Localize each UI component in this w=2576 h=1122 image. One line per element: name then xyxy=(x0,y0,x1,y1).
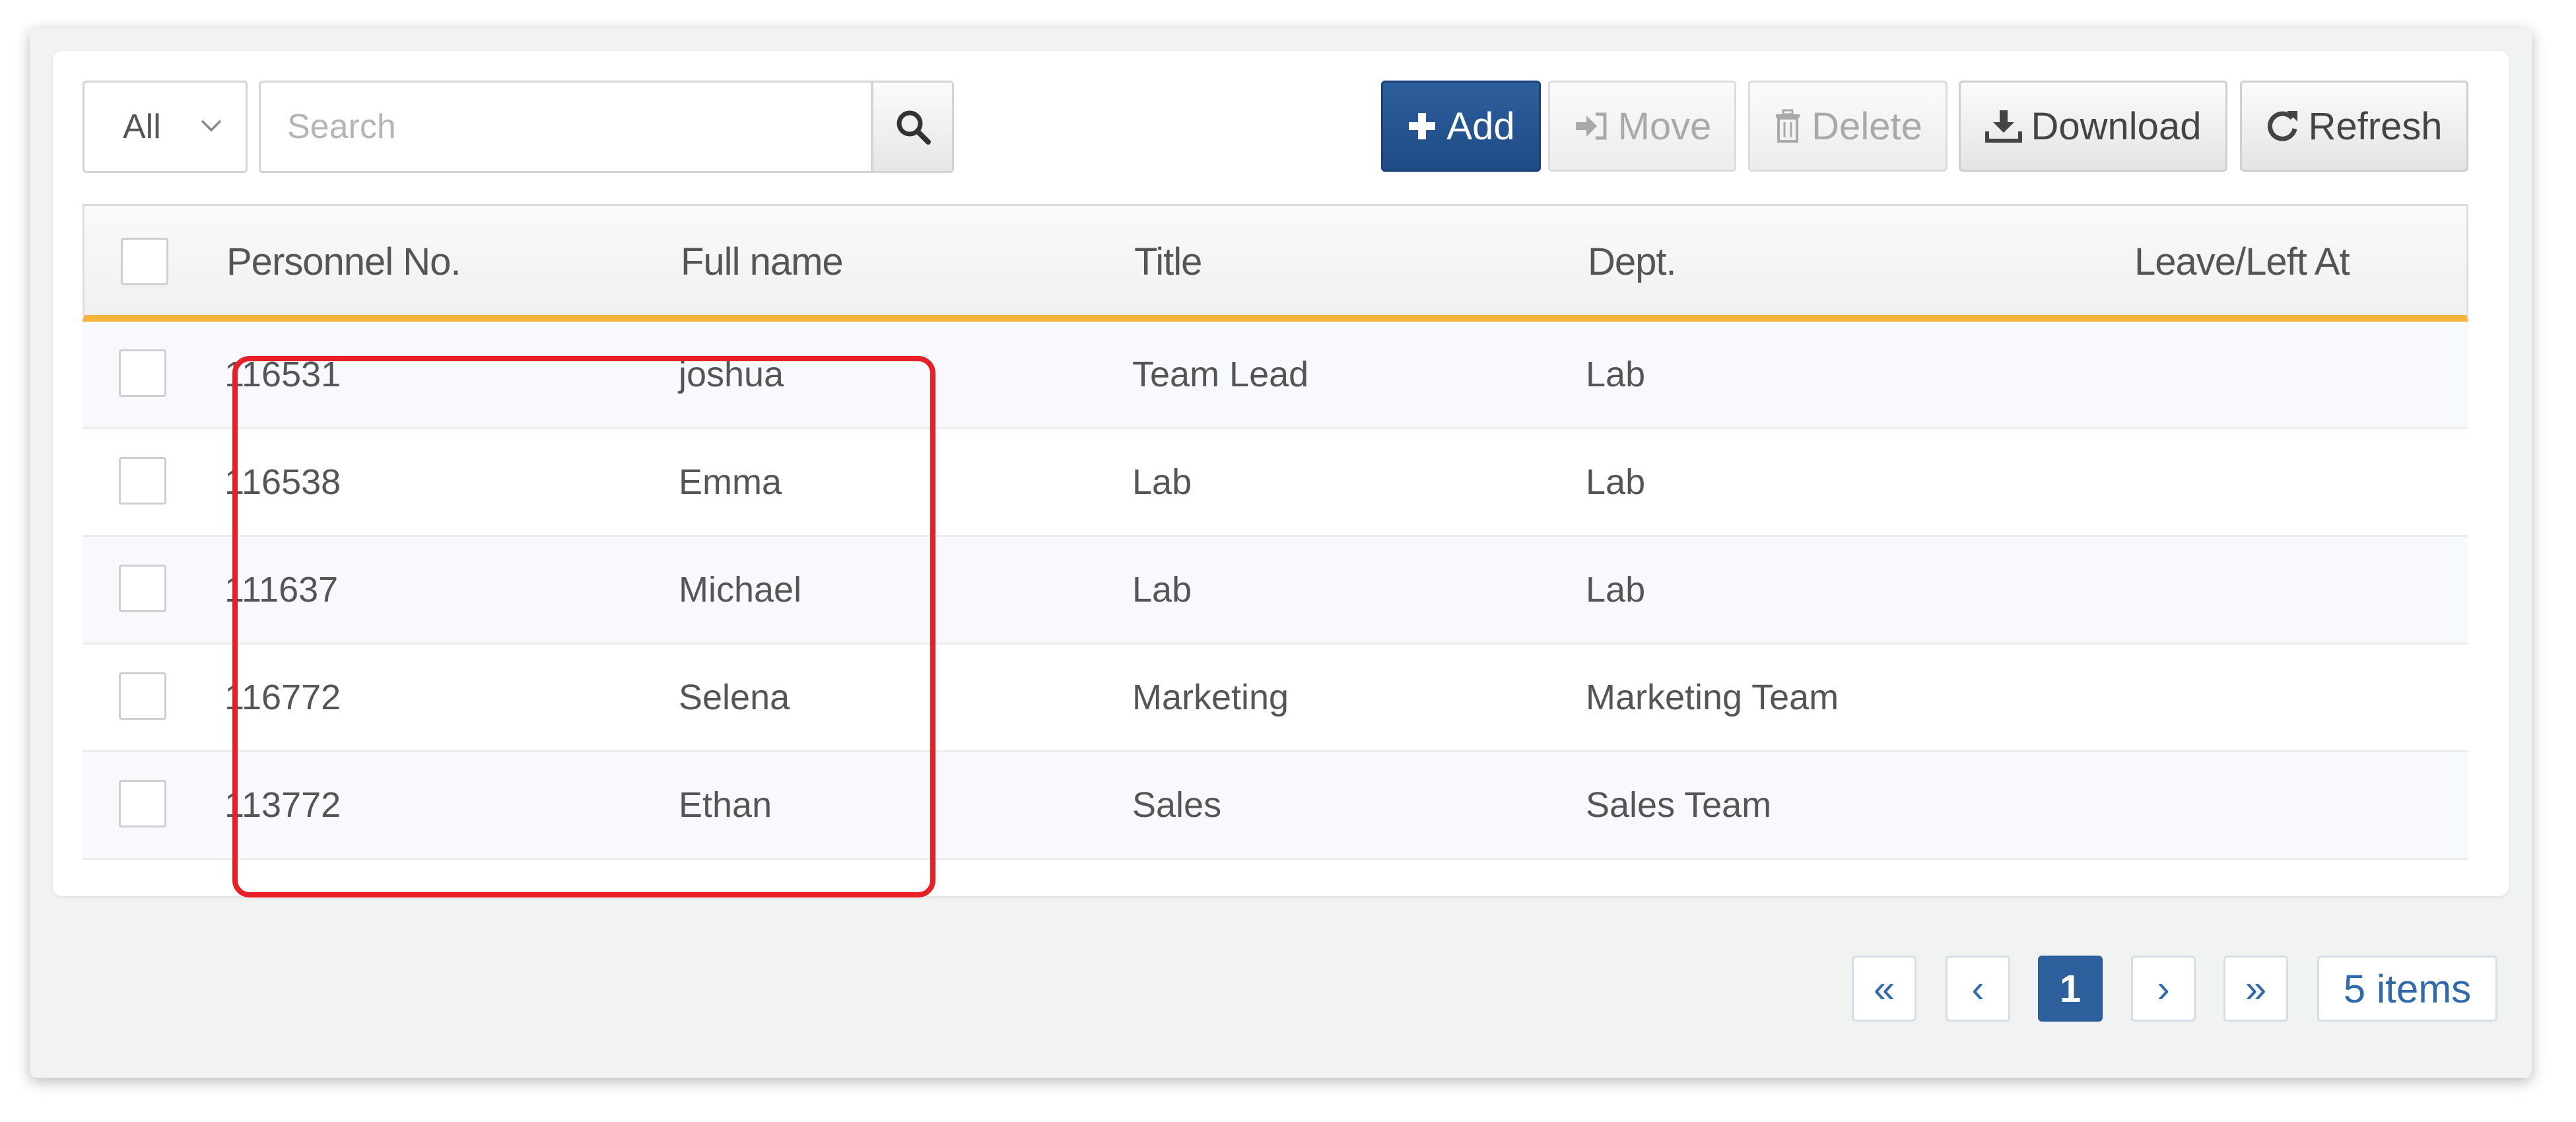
search-input[interactable] xyxy=(259,81,873,173)
row-checkbox[interactable] xyxy=(119,672,166,720)
cell-title: Sales xyxy=(1132,785,1222,825)
download-button[interactable]: Download xyxy=(1959,81,2227,172)
refresh-label: Refresh xyxy=(2308,104,2443,148)
table-row[interactable]: 111637 Michael Lab Lab xyxy=(83,537,2468,645)
column-header-full-name[interactable]: Full name xyxy=(681,206,844,317)
row-checkbox[interactable] xyxy=(119,780,166,827)
search-icon xyxy=(897,110,931,145)
table-row[interactable]: 116531 joshua Team Lead Lab xyxy=(83,322,2468,429)
cell-full-name: Selena xyxy=(679,678,790,717)
refresh-button[interactable]: Refresh xyxy=(2240,81,2468,172)
personnel-table: Personnel No. Full name Title Dept. Leav… xyxy=(83,204,2468,860)
cell-full-name: joshua xyxy=(679,355,784,394)
cell-personnel-no: 116772 xyxy=(224,678,341,717)
cell-dept: Lab xyxy=(1586,570,1646,610)
cell-dept: Lab xyxy=(1586,355,1646,394)
cell-personnel-no: 116538 xyxy=(224,462,341,502)
delete-button[interactable]: Delete xyxy=(1748,81,1948,172)
move-label: Move xyxy=(1617,104,1712,148)
select-all-checkbox[interactable] xyxy=(121,238,168,285)
column-header-leave[interactable]: Leave/Left At xyxy=(2134,206,2350,317)
refresh-icon xyxy=(2268,111,2298,141)
cell-title: Lab xyxy=(1132,570,1192,610)
cell-personnel-no: 116531 xyxy=(224,355,341,394)
delete-label: Delete xyxy=(1812,104,1922,148)
cell-title: Team Lead xyxy=(1132,355,1309,394)
cell-personnel-no: 111637 xyxy=(224,570,339,610)
pagination-item-count: 5 items xyxy=(2317,956,2497,1022)
download-label: Download xyxy=(2031,104,2202,148)
row-checkbox[interactable] xyxy=(119,565,166,612)
column-header-title[interactable]: Title xyxy=(1134,206,1202,317)
pagination-prev-button[interactable]: ‹ xyxy=(1946,956,2010,1022)
column-header-personnel-no[interactable]: Personnel No. xyxy=(226,206,461,317)
add-label: Add xyxy=(1446,104,1515,148)
cell-dept: Marketing Team xyxy=(1586,678,1839,717)
row-checkbox[interactable] xyxy=(119,349,166,397)
pagination-next-button[interactable]: › xyxy=(2131,956,2196,1022)
pagination-first-button[interactable]: « xyxy=(1852,956,1916,1022)
app-panel: All Add Move xyxy=(30,28,2532,1078)
personnel-card: All Add Move xyxy=(53,51,2509,896)
pagination-last-button[interactable]: » xyxy=(2223,956,2288,1022)
column-header-dept[interactable]: Dept. xyxy=(1588,206,1677,317)
filter-value: All xyxy=(123,108,161,146)
cell-full-name: Ethan xyxy=(679,785,772,825)
move-icon xyxy=(1575,112,1607,140)
cell-full-name: Michael xyxy=(679,570,802,610)
filter-select[interactable]: All xyxy=(83,81,248,173)
search-button[interactable] xyxy=(871,81,954,173)
table-row[interactable]: 116538 Emma Lab Lab xyxy=(83,429,2468,537)
move-button[interactable]: Move xyxy=(1548,81,1736,172)
chevron-down-icon xyxy=(201,120,222,132)
trash-icon xyxy=(1776,109,1800,143)
add-button[interactable]: Add xyxy=(1381,81,1541,172)
table-row[interactable]: 116772 Selena Marketing Marketing Team xyxy=(83,645,2468,752)
cell-personnel-no: 113772 xyxy=(224,785,341,825)
cell-dept: Lab xyxy=(1586,462,1646,502)
plus-icon xyxy=(1409,113,1436,139)
download-icon xyxy=(1984,110,2022,143)
cell-dept: Sales Team xyxy=(1586,785,1772,825)
cell-full-name: Emma xyxy=(679,462,782,502)
cell-title: Marketing xyxy=(1132,678,1289,717)
table-row[interactable]: 113772 Ethan Sales Sales Team xyxy=(83,752,2468,860)
cell-title: Lab xyxy=(1132,462,1192,502)
row-checkbox[interactable] xyxy=(119,457,166,505)
table-header: Personnel No. Full name Title Dept. Leav… xyxy=(83,204,2468,322)
pagination-page-1[interactable]: 1 xyxy=(2038,956,2103,1022)
